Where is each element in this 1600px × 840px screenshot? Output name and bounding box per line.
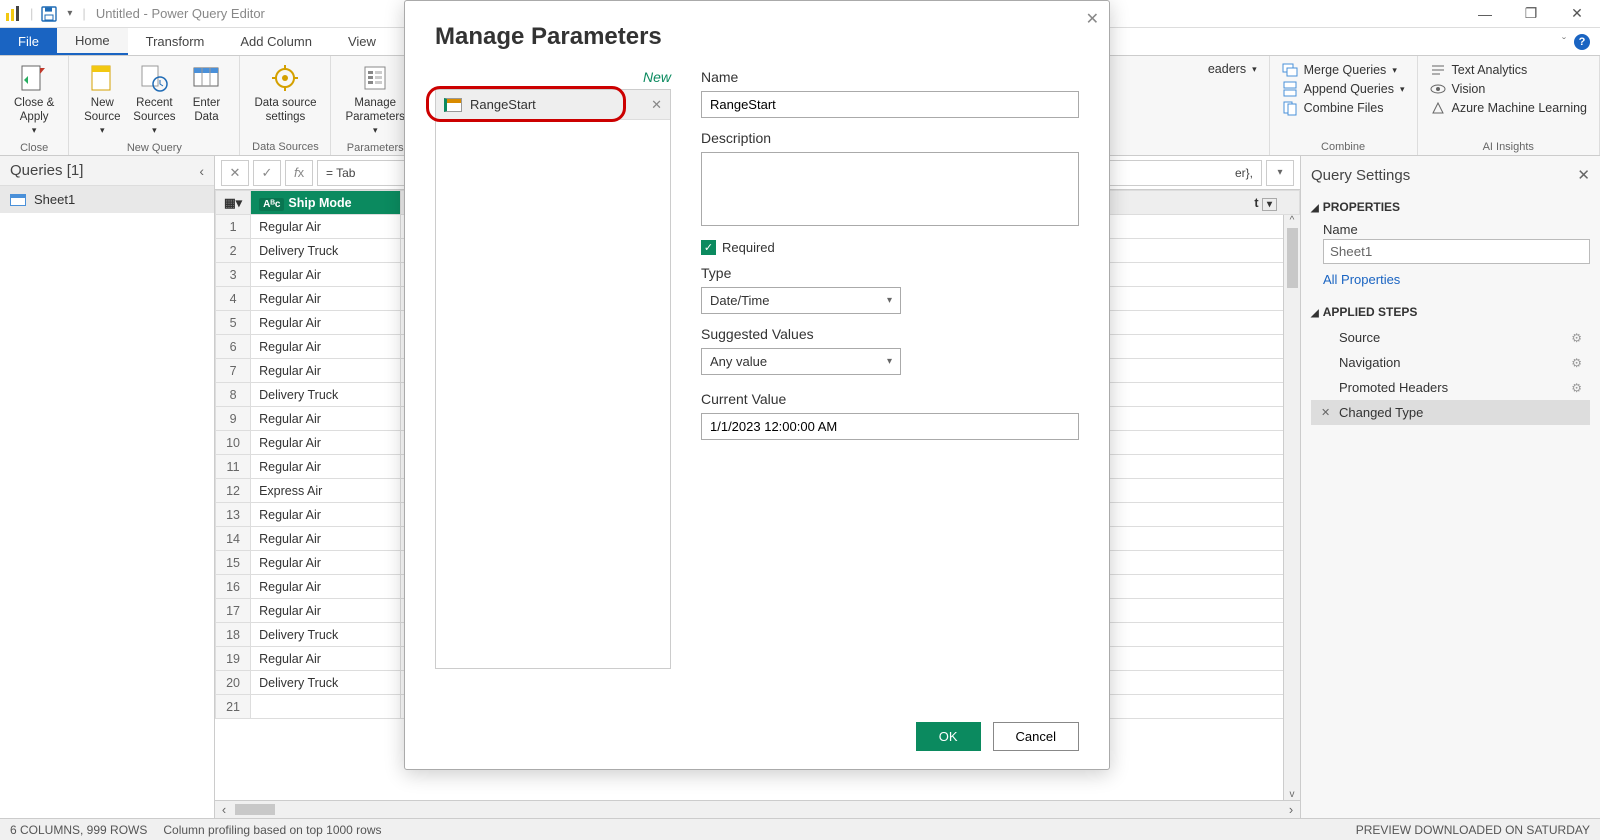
status-profiling: Column profiling based on top 1000 rows: [163, 823, 381, 837]
all-properties-link[interactable]: All Properties: [1323, 264, 1590, 299]
parameter-description-input[interactable]: [701, 152, 1079, 226]
group-label-data-sources: Data Sources: [248, 139, 322, 155]
status-bar: 6 COLUMNS, 999 ROWS Column profiling bas…: [0, 818, 1600, 840]
new-source-button[interactable]: New Source▾: [77, 58, 127, 140]
manage-parameters-dialog: ✕ Manage Parameters New RangeStart ✕ Nam…: [404, 0, 1110, 770]
data-source-settings-button[interactable]: Data source settings: [248, 58, 322, 129]
text-analytics-button[interactable]: Text Analytics: [1430, 62, 1588, 78]
dialog-close-icon[interactable]: ✕: [1086, 9, 1099, 29]
table-icon: [10, 194, 26, 206]
query-item-sheet1[interactable]: Sheet1: [0, 186, 214, 213]
column-header-ship-mode[interactable]: AᴮcShip Mode: [251, 191, 401, 215]
group-label-new-query: New Query: [77, 140, 231, 156]
status-preview-time: PREVIEW DOWNLOADED ON SATURDAY: [1356, 823, 1590, 837]
ok-button[interactable]: OK: [916, 722, 981, 751]
query-name-input[interactable]: [1323, 239, 1590, 264]
gear-icon[interactable]: ⚙: [1571, 381, 1582, 395]
description-field-label: Description: [701, 130, 1079, 146]
combine-files-button[interactable]: Combine Files: [1282, 100, 1405, 116]
formula-cancel-button[interactable]: ✕: [221, 160, 249, 186]
save-icon[interactable]: [41, 6, 57, 22]
suggested-values-select[interactable]: Any value▾: [701, 348, 901, 375]
applied-step[interactable]: Changed Type: [1311, 400, 1590, 425]
close-window-button[interactable]: ✕: [1554, 0, 1600, 28]
group-label-combine: Combine: [1278, 139, 1409, 155]
applied-steps-section-header[interactable]: ◢APPLIED STEPS: [1311, 299, 1590, 325]
group-label-close: Close: [8, 140, 60, 156]
vertical-scrollbar[interactable]: ^ v: [1283, 215, 1300, 800]
enter-data-button[interactable]: Enter Data: [181, 58, 231, 129]
formula-expand-button[interactable]: ▾: [1266, 160, 1294, 186]
close-apply-button[interactable]: Close & Apply▾: [8, 58, 60, 140]
name-field-label: Name: [701, 69, 1079, 85]
collapse-queries-icon[interactable]: ‹: [199, 163, 204, 179]
queries-header: Queries [1]: [10, 162, 83, 179]
separator: |: [82, 6, 85, 21]
ribbon-collapse-icon[interactable]: ˇ: [1562, 35, 1566, 49]
parameter-form: Name Description ✓ Required Type Date/Ti…: [701, 69, 1079, 708]
formula-accept-button[interactable]: ✓: [253, 160, 281, 186]
query-settings-title: Query Settings: [1311, 167, 1410, 184]
query-settings-pane: Query Settings ✕ ◢PROPERTIES Name All Pr…: [1300, 156, 1600, 818]
chevron-down-icon[interactable]: ▾: [67, 8, 72, 19]
help-icon[interactable]: ?: [1574, 34, 1590, 50]
parameter-list: RangeStart ✕: [435, 89, 671, 669]
minimize-button[interactable]: —: [1462, 0, 1508, 28]
maximize-button[interactable]: ❐: [1508, 0, 1554, 28]
required-checkbox[interactable]: ✓ Required: [701, 240, 1079, 255]
name-label: Name: [1323, 220, 1590, 239]
window-title: Untitled - Power Query Editor: [96, 6, 265, 21]
tab-home[interactable]: Home: [57, 28, 128, 55]
close-query-settings-icon[interactable]: ✕: [1577, 166, 1590, 184]
properties-section-header[interactable]: ◢PROPERTIES: [1311, 194, 1590, 220]
type-field-label: Type: [701, 265, 1079, 281]
tab-view[interactable]: View: [330, 28, 394, 55]
merge-queries-button[interactable]: Merge Queries ▾: [1282, 62, 1405, 78]
headers-button-fragment[interactable]: eaders ▾: [1208, 62, 1257, 76]
checkbox-checked-icon: ✓: [701, 240, 716, 255]
vision-button[interactable]: Vision: [1430, 81, 1588, 97]
highlight-annotation: [426, 86, 626, 122]
dialog-title: Manage Parameters: [405, 1, 1109, 69]
horizontal-scrollbar[interactable]: ‹ ›: [215, 800, 1300, 818]
tab-transform[interactable]: Transform: [128, 28, 223, 55]
separator: |: [30, 6, 33, 21]
applied-step[interactable]: Source⚙: [1311, 325, 1590, 350]
current-value-input[interactable]: [701, 413, 1079, 440]
grid-corner[interactable]: ▦▾: [216, 191, 251, 215]
recent-sources-button[interactable]: Recent Sources▾: [127, 58, 181, 140]
manage-parameters-button[interactable]: Manage Parameters▾: [339, 58, 410, 140]
fx-button[interactable]: fx: [285, 160, 313, 186]
delete-parameter-icon[interactable]: ✕: [651, 97, 662, 113]
append-queries-button[interactable]: Append Queries ▾: [1282, 81, 1405, 97]
queries-pane: Queries [1] ‹ Sheet1: [0, 156, 215, 818]
suggested-values-label: Suggested Values: [701, 326, 1079, 342]
current-value-label: Current Value: [701, 391, 1079, 407]
type-select[interactable]: Date/Time▾: [701, 287, 901, 314]
group-label-ai-insights: AI Insights: [1426, 139, 1592, 155]
parameter-name-input[interactable]: [701, 91, 1079, 118]
azure-ml-button[interactable]: Azure Machine Learning: [1430, 100, 1588, 116]
gear-icon[interactable]: ⚙: [1571, 356, 1582, 370]
app-icon: [4, 5, 22, 23]
tab-file[interactable]: File: [0, 28, 57, 55]
group-label-parameters: Parameters: [339, 140, 410, 156]
gear-icon[interactable]: ⚙: [1571, 331, 1582, 345]
status-columns-rows: 6 COLUMNS, 999 ROWS: [10, 823, 147, 837]
applied-steps-list: Source⚙Navigation⚙Promoted Headers⚙Chang…: [1311, 325, 1590, 425]
tab-add-column[interactable]: Add Column: [222, 28, 330, 55]
query-item-label: Sheet1: [34, 192, 75, 207]
cancel-button[interactable]: Cancel: [993, 722, 1079, 751]
applied-step[interactable]: Navigation⚙: [1311, 350, 1590, 375]
applied-step[interactable]: Promoted Headers⚙: [1311, 375, 1590, 400]
